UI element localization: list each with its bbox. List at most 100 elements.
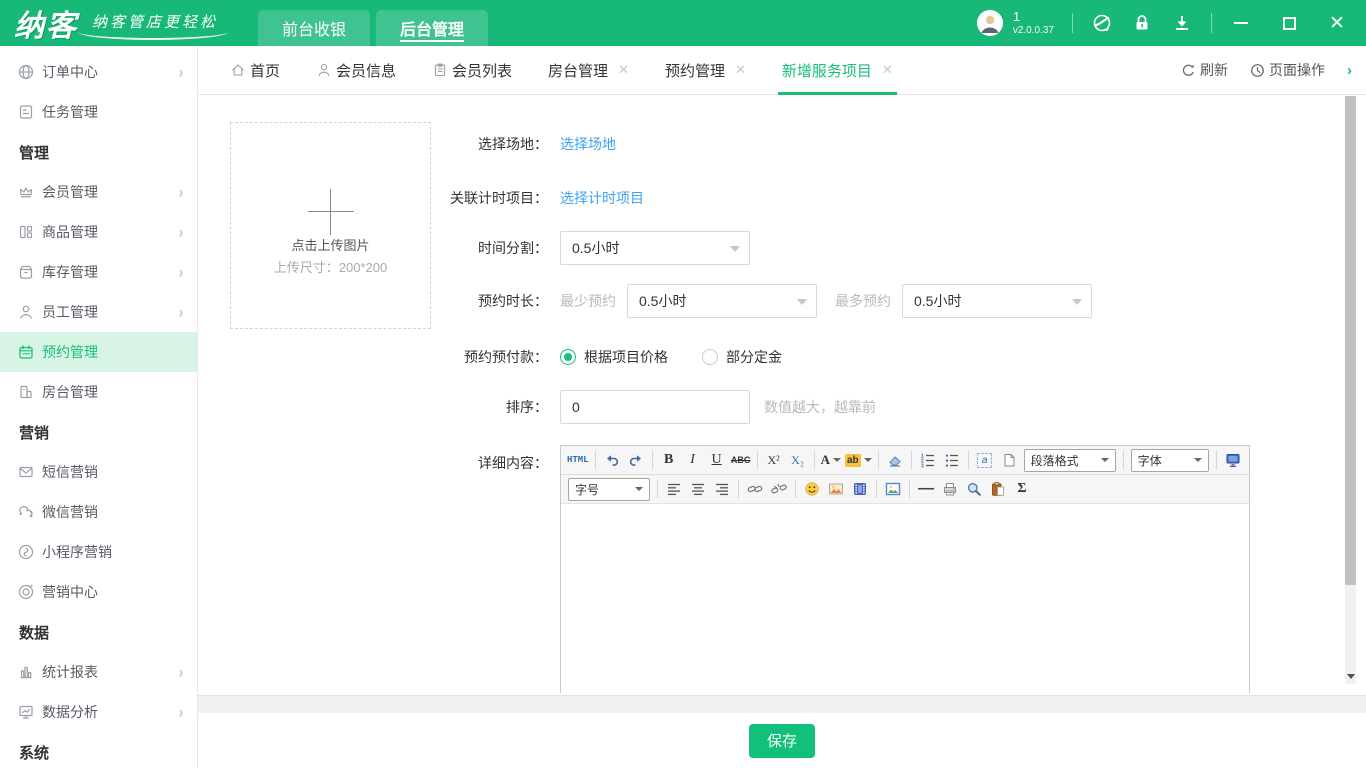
download-icon[interactable] (1171, 12, 1193, 34)
new-document-button[interactable] (997, 449, 1021, 472)
insert-video-button[interactable] (848, 478, 872, 501)
lock-icon[interactable] (1131, 12, 1153, 34)
bar-chart-icon (17, 663, 35, 681)
sidebar-item-order-center[interactable]: 订单中心 › (0, 52, 197, 92)
redo-button[interactable] (624, 449, 648, 472)
minimize-button[interactable] (1230, 12, 1252, 34)
time-split-select[interactable]: 0.5小时 (560, 231, 750, 265)
highlight-color-button[interactable]: ab (843, 449, 874, 472)
anchor-button[interactable]: a (973, 449, 997, 472)
sidebar-item-task-management[interactable]: 任务管理 (0, 92, 197, 132)
venue-label: 选择场地： (198, 134, 548, 154)
editor-content-area[interactable] (561, 504, 1249, 693)
horizontal-rule-button[interactable]: — (914, 478, 938, 501)
sort-input[interactable]: 0 (560, 390, 750, 424)
align-right-button[interactable] (710, 478, 734, 501)
save-button[interactable]: 保存 (749, 724, 815, 758)
bold-button[interactable]: B (657, 449, 681, 472)
undo-button[interactable] (600, 449, 624, 472)
footer-bar: 保存 (198, 713, 1366, 768)
strikethrough-button[interactable]: ABC (729, 449, 753, 472)
sidebar-item-statistics-report[interactable]: 统计报表 › (0, 652, 197, 692)
anchor-label: a (977, 453, 993, 468)
emoji-button[interactable] (800, 478, 824, 501)
subscript-button[interactable]: X₂ (786, 449, 810, 472)
ordered-list-button[interactable]: 123 (916, 449, 940, 472)
align-center-button[interactable] (686, 478, 710, 501)
sidebar-item-inventory-management[interactable]: 库存管理 › (0, 252, 197, 292)
sidebar-item-staff-management[interactable]: 员工管理 › (0, 292, 197, 332)
radio-unchecked-icon[interactable] (702, 349, 718, 365)
tab-member-list[interactable]: 会员列表 (432, 46, 512, 95)
font-family-select[interactable]: 字体 (1131, 449, 1209, 472)
sidebar-item-miniprogram-marketing[interactable]: 小程序营销 (0, 532, 197, 572)
sidebar-item-data-analysis[interactable]: 数据分析 › (0, 692, 197, 732)
user-avatar-icon (977, 10, 1003, 36)
maximize-button[interactable] (1278, 12, 1300, 34)
scrollbar-thumb[interactable] (1345, 96, 1356, 585)
chevron-right-icon: › (179, 222, 183, 242)
scrollbar-down-arrow[interactable] (1345, 668, 1356, 684)
divider (738, 480, 739, 498)
font-color-button[interactable]: A (819, 449, 843, 472)
insert-image-button[interactable] (824, 478, 848, 501)
monitor-chart-icon (17, 703, 35, 721)
backend-management-button[interactable]: 后台管理 (376, 10, 488, 46)
prepay-option-partial-deposit[interactable]: 部分定金 (702, 347, 782, 367)
prepay-option-project-price[interactable]: 根据项目价格 (560, 347, 668, 367)
sidebar-item-appointment-management[interactable]: 预约管理 (0, 332, 197, 372)
preview-button[interactable] (962, 478, 986, 501)
wechat-icon (17, 503, 35, 521)
remove-format-button[interactable] (883, 449, 907, 472)
image-space-button[interactable] (881, 478, 905, 501)
sidebar-item-product-management[interactable]: 商品管理 › (0, 212, 197, 252)
print-button[interactable] (938, 478, 962, 501)
close-tab-icon[interactable]: ✕ (735, 62, 746, 78)
sidebar-item-member-management[interactable]: 会员管理 › (0, 172, 197, 212)
sidebar-item-wechat-marketing[interactable]: 微信营销 (0, 492, 197, 532)
underline-button[interactable]: U (705, 449, 729, 472)
tab-member-info[interactable]: 会员信息 (316, 46, 396, 95)
sidebar-item-label: 订单中心 (42, 62, 98, 82)
close-tab-icon[interactable]: ✕ (882, 62, 893, 78)
chevron-down-icon (1194, 458, 1202, 462)
sidebar-item-room-table-management[interactable]: 房台管理 (0, 372, 197, 412)
formula-button[interactable]: Σ (1010, 478, 1034, 501)
timing-project-label: 关联计时项目： (198, 188, 548, 208)
tab-room-table-management[interactable]: 房台管理 ✕ (548, 46, 629, 95)
italic-button[interactable]: I (681, 449, 705, 472)
page-operations-button[interactable]: 页面操作 (1250, 60, 1325, 80)
insert-link-button[interactable] (743, 478, 767, 501)
paste-button[interactable] (986, 478, 1010, 501)
chevron-right-icon: › (179, 262, 183, 282)
max-duration-select[interactable]: 0.5小时 (902, 284, 1092, 318)
logo-slogan: 纳客管店更轻松 (92, 11, 218, 32)
remove-link-button[interactable] (767, 478, 791, 501)
avatar[interactable] (977, 10, 1003, 36)
select-venue-link[interactable]: 选择场地 (560, 134, 616, 154)
sidebar-item-sms-marketing[interactable]: 短信营销 (0, 452, 197, 492)
tab-home[interactable]: 首页 (230, 46, 280, 95)
close-button[interactable]: ✕ (1326, 12, 1348, 34)
tab-new-service-item[interactable]: 新增服务项目 ✕ (782, 46, 893, 95)
fullscreen-button[interactable] (1221, 449, 1245, 472)
sidebar-item-marketing-center[interactable]: 营销中心 (0, 572, 197, 612)
min-duration-select[interactable]: 0.5小时 (627, 284, 817, 318)
close-tab-icon[interactable]: ✕ (618, 62, 629, 78)
font-size-select[interactable]: 字号 (568, 478, 650, 501)
select-timing-project-link[interactable]: 选择计时项目 (560, 188, 644, 208)
align-left-icon (666, 481, 682, 497)
customer-service-icon[interactable] (1091, 12, 1113, 34)
chevron-down-icon (730, 246, 740, 252)
html-source-button[interactable]: HTML (565, 449, 591, 472)
align-left-button[interactable] (662, 478, 686, 501)
radio-checked-icon[interactable] (560, 349, 576, 365)
tab-appointment-management[interactable]: 预约管理 ✕ (665, 46, 746, 95)
unordered-list-button[interactable] (940, 449, 964, 472)
paragraph-format-select[interactable]: 段落格式 (1024, 449, 1116, 472)
chevron-right-icon[interactable]: › (1347, 62, 1352, 79)
refresh-button[interactable]: 刷新 (1181, 60, 1228, 80)
frontdesk-cashier-button[interactable]: 前台收银 (258, 10, 370, 46)
vertical-scrollbar[interactable] (1345, 96, 1356, 684)
superscript-button[interactable]: X² (762, 449, 786, 472)
